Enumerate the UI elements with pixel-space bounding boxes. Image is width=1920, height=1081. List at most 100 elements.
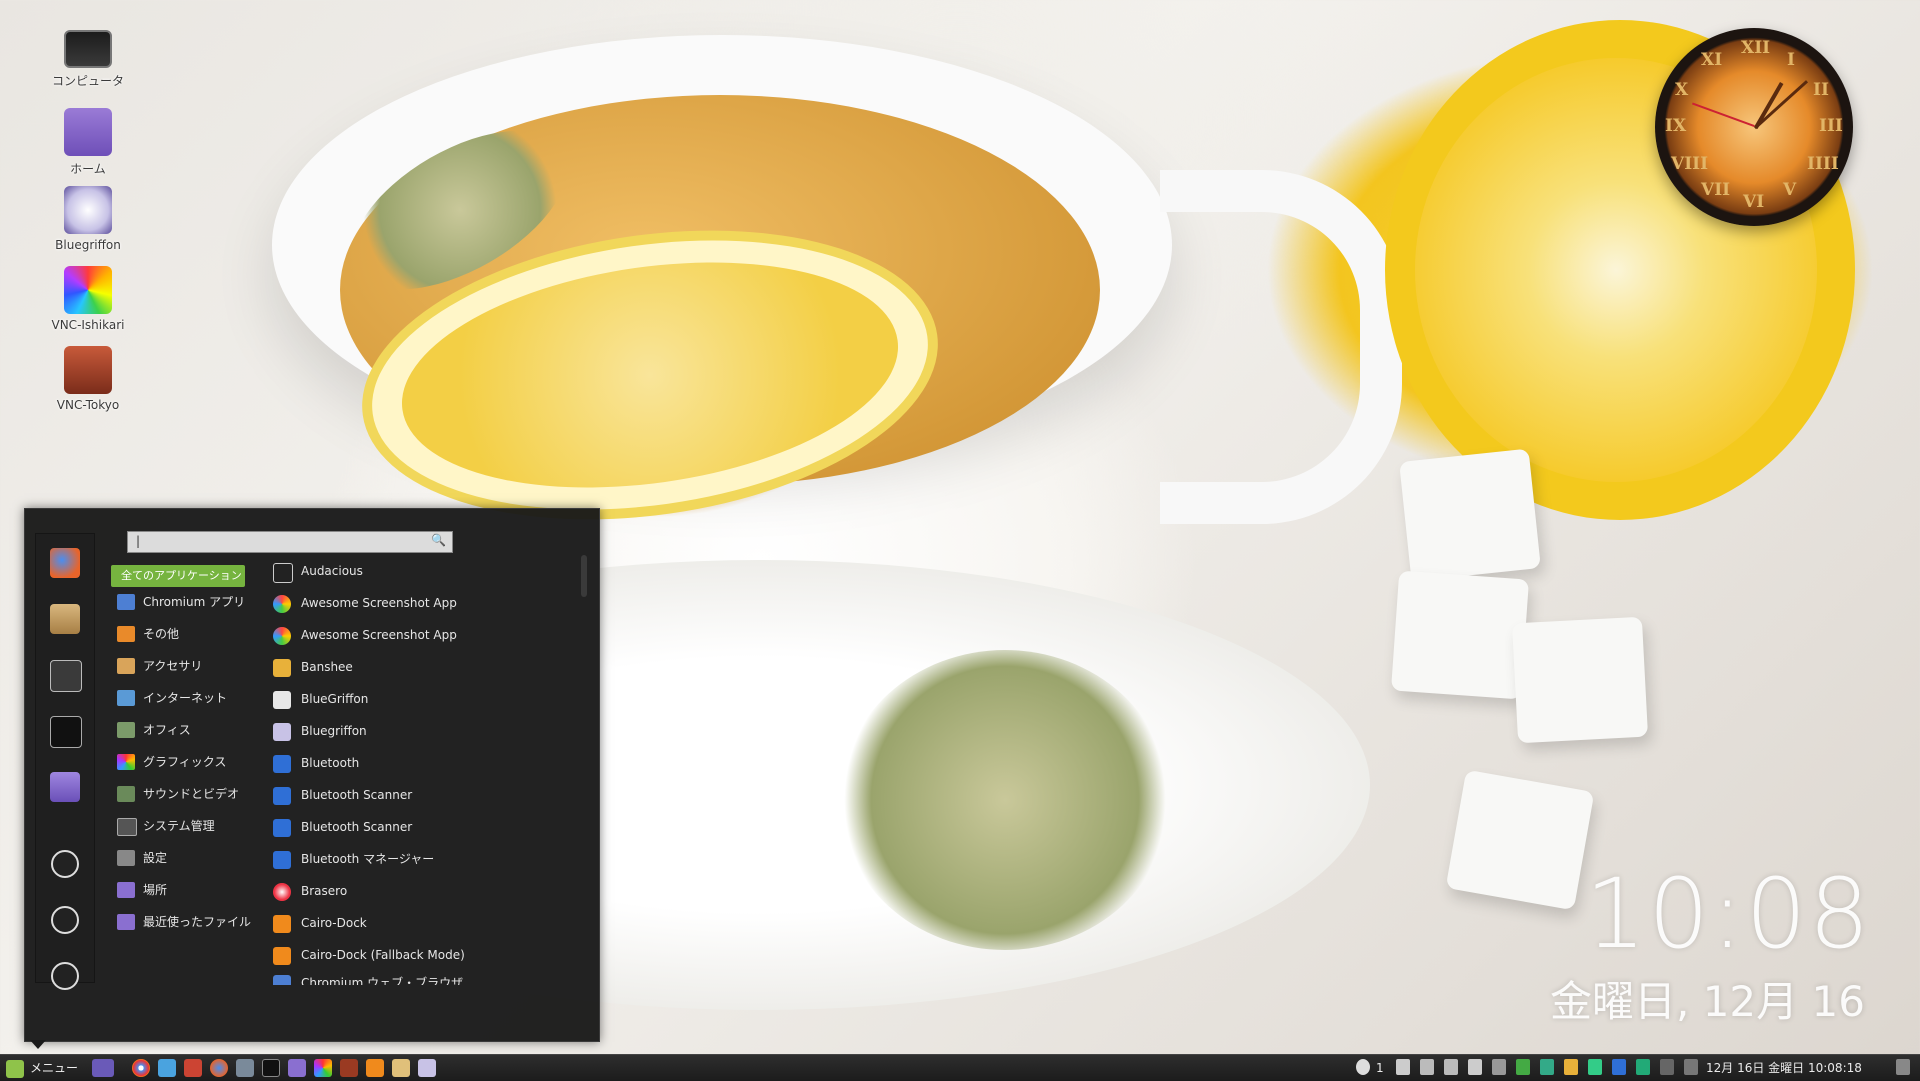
- logout-icon[interactable]: [51, 906, 79, 934]
- app-launcher-icon[interactable]: [184, 1059, 202, 1077]
- app-label: Brasero: [301, 884, 348, 898]
- vnc-taskbar-icon[interactable]: [314, 1059, 332, 1077]
- shutdown-icon[interactable]: [51, 962, 79, 990]
- pen-icon[interactable]: [1420, 1059, 1434, 1075]
- display-icon[interactable]: [1492, 1059, 1506, 1075]
- category-internet[interactable]: インターネット: [111, 687, 245, 709]
- battery-icon[interactable]: [1468, 1059, 1482, 1075]
- accessories-icon: [117, 658, 135, 674]
- taskbar: メニュー 1 12月 16日 金曜日 10:08:18: [0, 1054, 1920, 1081]
- browser-icon[interactable]: [158, 1059, 176, 1077]
- package-icon[interactable]: [50, 604, 80, 634]
- app-item-bluetooth-scanner[interactable]: Bluetooth Scanner: [273, 783, 493, 807]
- clock-numeral: VII: [1701, 180, 1731, 200]
- menu-button[interactable]: メニュー: [6, 1058, 78, 1078]
- folder-sync-icon[interactable]: [1564, 1059, 1578, 1075]
- app-item-cairo-dock-fallback[interactable]: Cairo-Dock (Fallback Mode): [273, 943, 493, 967]
- system-admin-icon: [117, 818, 137, 836]
- vnc-tokyo-taskbar-icon[interactable]: [340, 1059, 358, 1077]
- app-item-bluetooth[interactable]: Bluetooth: [273, 751, 493, 775]
- lock-icon[interactable]: [51, 850, 79, 878]
- app-label: Bluetooth Scanner: [301, 788, 413, 802]
- awesome-screenshot-icon: [273, 595, 291, 613]
- volume-icon[interactable]: [1444, 1059, 1458, 1075]
- keyboard-icon[interactable]: [1684, 1059, 1698, 1075]
- category-all-applications[interactable]: 全てのアプリケーション: [111, 565, 245, 587]
- settings-icon[interactable]: [50, 660, 82, 692]
- app-item-banshee[interactable]: Banshee: [273, 655, 493, 679]
- category-label: グラフィックス: [143, 755, 227, 769]
- search-input-value: |: [136, 534, 141, 548]
- category-settings[interactable]: 設定: [111, 847, 245, 869]
- power-icon[interactable]: [1660, 1059, 1674, 1075]
- category-label: 場所: [143, 883, 168, 897]
- app-item-awesome-screenshot[interactable]: Awesome Screenshot App: [273, 591, 493, 615]
- category-label: 設定: [143, 851, 168, 865]
- category-system-admin[interactable]: システム管理: [111, 815, 245, 837]
- desktop-icon-bluegriffon[interactable]: Bluegriffon: [46, 186, 130, 252]
- app-label: Awesome Screenshot App: [301, 628, 457, 642]
- desktop-icon-label: VNC-Ishikari: [51, 318, 125, 332]
- app-label: Bluetooth マネージャー: [301, 852, 435, 866]
- bluetooth-icon: [273, 851, 291, 869]
- app-item-chromium[interactable]: Chromium ウェブ・ブラウザ: [273, 971, 493, 985]
- bluetooth-tray-icon[interactable]: [1612, 1059, 1626, 1075]
- show-desktop-icon[interactable]: [92, 1059, 114, 1077]
- category-label: サウンドとビデオ: [143, 787, 240, 801]
- chrome-icon[interactable]: [132, 1059, 150, 1077]
- app-item-awesome-screenshot-2[interactable]: Awesome Screenshot App: [273, 623, 493, 647]
- category-chromium-apps[interactable]: Chromium アプリ: [111, 591, 245, 613]
- app-item-brasero[interactable]: Brasero: [273, 879, 493, 903]
- app-item-bluetooth-manager[interactable]: Bluetooth マネージャー: [273, 847, 493, 871]
- wallpaper-lemon-slice: [343, 196, 957, 554]
- rss-taskbar-icon[interactable]: [366, 1059, 384, 1077]
- folder-icon[interactable]: [50, 772, 80, 802]
- category-office[interactable]: オフィス: [111, 719, 245, 741]
- recent-files-icon: [117, 914, 135, 930]
- app-item-cairo-dock[interactable]: Cairo-Dock: [273, 911, 493, 935]
- wallpaper-herb: [840, 650, 1170, 950]
- computer-icon: [64, 30, 112, 68]
- notification-icon[interactable]: [1356, 1059, 1370, 1075]
- desktop-icon-label: VNC-Tokyo: [56, 398, 120, 412]
- app-item-bluegriffon-2[interactable]: Bluegriffon: [273, 719, 493, 743]
- app-item-bluetooth-scanner-2[interactable]: Bluetooth Scanner: [273, 815, 493, 839]
- category-accessories[interactable]: アクセサリ: [111, 655, 245, 677]
- desktop-icon-home[interactable]: ホーム: [46, 108, 130, 177]
- shield-icon[interactable]: [1516, 1059, 1530, 1075]
- app-label: Bluetooth Scanner: [301, 820, 413, 834]
- update-icon[interactable]: [1588, 1059, 1602, 1075]
- firefox-icon[interactable]: [50, 548, 80, 578]
- bluegriffon-taskbar-icon[interactable]: [418, 1059, 436, 1077]
- files-taskbar-icon[interactable]: [288, 1059, 306, 1077]
- clock-numeral: II: [1813, 80, 1829, 100]
- user-icon[interactable]: [1396, 1059, 1410, 1075]
- app-list-scrollbar[interactable]: [581, 555, 587, 597]
- app-item-audacious[interactable]: Audacious: [273, 559, 493, 583]
- category-other[interactable]: その他: [111, 623, 245, 645]
- terminal-taskbar-icon[interactable]: [262, 1059, 280, 1077]
- audacious-icon: [273, 563, 293, 583]
- category-recent-files[interactable]: 最近使ったファイル: [111, 911, 251, 933]
- firefox-taskbar-icon[interactable]: [210, 1059, 228, 1077]
- terminal-icon[interactable]: [50, 716, 82, 748]
- desktop-icon-vnc-ishikari[interactable]: VNC-Ishikari: [46, 266, 130, 332]
- desktop-icon-vnc-tokyo[interactable]: VNC-Tokyo: [46, 346, 130, 412]
- network-icon[interactable]: [1540, 1059, 1554, 1075]
- taskbar-clock[interactable]: 12月 16日 金曜日 10:08:18: [1706, 1058, 1862, 1078]
- category-graphics[interactable]: グラフィックス: [111, 751, 245, 773]
- app-item-bluegriffon[interactable]: BlueGriffon: [273, 687, 493, 711]
- desktop-icon-label: コンピュータ: [51, 74, 124, 88]
- category-label: システム管理: [143, 819, 215, 833]
- category-places[interactable]: 場所: [111, 879, 245, 901]
- wallpaper-herb: [326, 98, 594, 322]
- workspace-count[interactable]: 1: [1376, 1058, 1384, 1078]
- archive-taskbar-icon[interactable]: [392, 1059, 410, 1077]
- search-input[interactable]: | 🔍: [127, 531, 453, 553]
- category-sound-video[interactable]: サウンドとビデオ: [111, 783, 245, 805]
- clock-numeral: XI: [1701, 50, 1723, 70]
- settings-taskbar-icon[interactable]: [236, 1059, 254, 1077]
- desktop-switch-icon[interactable]: [1896, 1059, 1910, 1075]
- desktop-icon-computer[interactable]: コンピュータ: [46, 24, 130, 89]
- evernote-icon[interactable]: [1636, 1059, 1650, 1075]
